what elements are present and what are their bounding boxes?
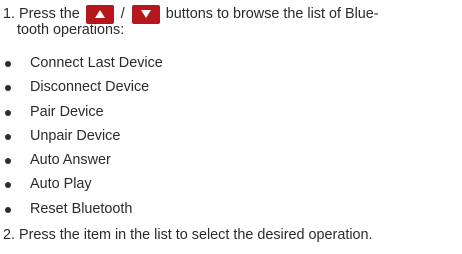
down-arrow-icon	[140, 10, 151, 18]
list-item: Unpair Device	[0, 124, 163, 148]
list-item: Auto Answer	[0, 148, 163, 172]
bullet-icon	[5, 206, 11, 213]
bullet-icon	[5, 85, 11, 92]
operation-label: Connect Last Device	[30, 55, 163, 71]
list-item: Reset Bluetooth	[0, 197, 163, 221]
bluetooth-operations-list: Connect Last Device Disconnect Device Pa…	[0, 51, 163, 221]
step-1-prefix: 1. Press the	[3, 6, 80, 22]
step-1-line-2: tooth operations:	[17, 22, 125, 38]
bullet-icon	[5, 61, 11, 67]
operation-label: Reset Bluetooth	[30, 200, 133, 217]
bullet-icon	[5, 182, 11, 189]
operation-label: Auto Play	[30, 176, 92, 193]
list-item: Auto Play	[0, 172, 163, 196]
bullet-icon	[5, 133, 11, 140]
operation-label: Pair Device	[30, 103, 104, 120]
step-2-instruction: 2. Press the item in the list to select …	[3, 227, 373, 243]
step-1-instruction: 1. Press the / buttons to browse the lis…	[3, 3, 459, 38]
operation-label: Unpair Device	[30, 127, 121, 144]
list-item: Pair Device	[0, 100, 163, 124]
bullet-icon	[5, 109, 11, 116]
list-item: Connect Last Device	[0, 51, 163, 75]
bullet-icon	[5, 158, 11, 165]
button-separator: /	[120, 6, 125, 22]
up-arrow-icon	[94, 10, 105, 18]
list-item: Disconnect Device	[0, 75, 163, 99]
step-1-suffix: buttons to browse the list of Blue-	[165, 6, 379, 22]
down-button[interactable]	[131, 4, 160, 24]
up-button[interactable]	[85, 4, 114, 24]
operation-label: Disconnect Device	[30, 79, 150, 96]
operation-label: Auto Answer	[30, 152, 111, 169]
